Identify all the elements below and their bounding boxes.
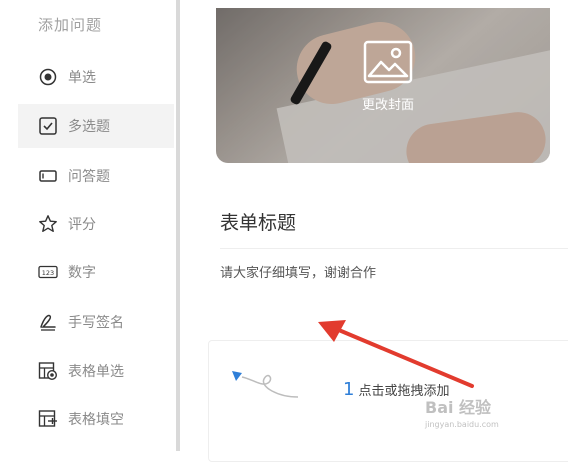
star-icon [38, 214, 58, 234]
textbox-icon [38, 166, 58, 186]
watermark-url: jingyan.baidu.com [425, 420, 499, 429]
form-title[interactable]: 表单标题 [220, 208, 296, 235]
sidebar-item-label: 评分 [68, 217, 96, 233]
sidebar-item-label: 表格填空 [68, 412, 124, 428]
sidebar-item-label: 数字 [68, 265, 96, 281]
watermark: Bai 经验 jingyan.baidu.com [425, 394, 565, 429]
sidebar-item-label: 多选题 [68, 119, 110, 135]
number-icon: 123 [38, 262, 58, 282]
radio-icon [38, 67, 58, 87]
sidebar-item-multi-choice[interactable]: 多选题 [18, 104, 174, 148]
sidebar-item-table-radio[interactable]: 表格单选 [18, 349, 174, 393]
image-icon [363, 40, 413, 88]
sidebar-item-label: 单选 [68, 70, 96, 86]
sidebar-item-number[interactable]: 123 数字 [18, 250, 174, 294]
sidebar-item-table-fill[interactable]: 表格填空 [18, 397, 174, 441]
change-cover-button[interactable]: 更改封面 [353, 40, 423, 120]
signature-icon [38, 312, 58, 332]
svg-text:123: 123 [42, 269, 54, 277]
divider [220, 248, 568, 249]
sidebar-item-label: 问答题 [68, 169, 110, 185]
cover-image: 更改封面 [216, 8, 550, 163]
sidebar-item-single-choice[interactable]: 单选 [18, 55, 174, 99]
annotation-arrow [318, 320, 474, 388]
table-radio-icon [38, 361, 58, 381]
form-description[interactable]: 请大家仔细填写，谢谢合作 [220, 262, 376, 281]
sidebar-item-qa[interactable]: 问答题 [18, 154, 174, 198]
change-cover-label: 更改封面 [361, 98, 414, 113]
sidebar-item-label: 手写签名 [68, 315, 124, 331]
sidebar-item-label: 表格单选 [68, 364, 124, 380]
question-type-sidebar: 添加问题 单选 多选题 问答题 评分 123 数字 手写签名 表格单选 表格填空 [0, 0, 176, 451]
sidebar-divider[interactable] [176, 0, 180, 451]
watermark-logo-text: Bai 经验 [425, 398, 492, 417]
sidebar-item-signature[interactable]: 手写签名 [18, 300, 174, 344]
checkbox-icon [38, 116, 58, 136]
drag-hint-icon [232, 371, 299, 398]
table-fill-icon [38, 409, 58, 429]
sidebar-item-rating[interactable]: 评分 [18, 202, 174, 246]
sidebar-title: 添加问题 [38, 16, 103, 34]
